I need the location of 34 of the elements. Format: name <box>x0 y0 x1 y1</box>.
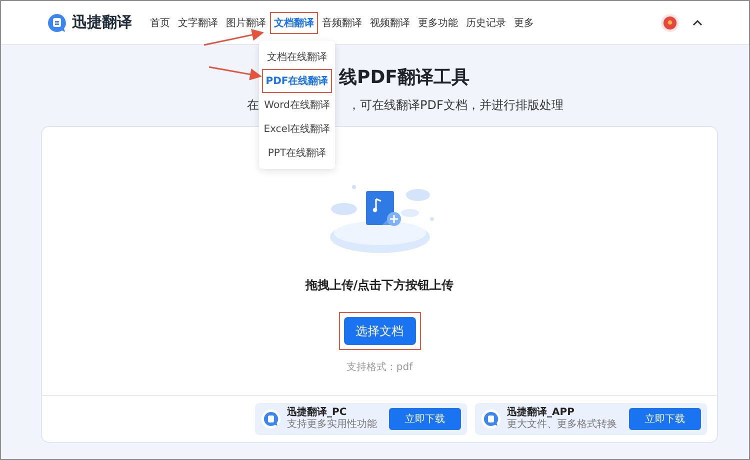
annotation-arrow <box>208 66 262 80</box>
menu-item[interactable]: Word在线翻译 <box>260 93 334 117</box>
subtitle-text: 在 <box>247 97 259 113</box>
annotation-arrow <box>204 28 264 46</box>
nav-item[interactable]: 文字翻译 <box>174 12 222 34</box>
logo-icon <box>47 12 67 32</box>
nav-item[interactable]: 更多功能 <box>414 12 462 34</box>
format-note: 支持格式：pdf <box>346 360 413 374</box>
app-description: 支持更多实用性功能 <box>287 419 377 431</box>
subtitle-text: ，可在线翻译PDF文档，并进行排版处理 <box>348 97 564 113</box>
choose-file-button[interactable]: 选择文档 <box>344 317 416 345</box>
app-title: 迅捷翻译_APP <box>507 407 576 418</box>
menu-item[interactable]: Excel在线翻译 <box>260 117 334 141</box>
download-button[interactable]: 立即下载 <box>389 408 461 430</box>
app-description: 更大文件、更多格式转换 <box>507 419 617 431</box>
app-title: 迅捷翻译_PC <box>287 407 348 418</box>
nav-item[interactable]: 文档翻译 <box>270 12 318 34</box>
upload-hint: 拖拽上传/点击下方按钮上传 <box>305 277 454 294</box>
download-button[interactable]: 立即下载 <box>629 408 701 430</box>
app-icon <box>481 409 501 429</box>
nav-item[interactable]: 视频翻译 <box>366 12 414 34</box>
menu-item[interactable]: PPT在线翻译 <box>264 141 330 165</box>
app-icon <box>261 409 281 429</box>
nav-item[interactable]: 历史记录 <box>462 12 510 34</box>
nav-item[interactable]: 图片翻译 <box>222 12 270 34</box>
nav-item[interactable]: 更多 <box>510 12 538 34</box>
nav-item[interactable]: 首页 <box>146 12 174 34</box>
avatar-icon[interactable] <box>660 12 680 32</box>
page-title: 线PDF翻译工具 <box>339 66 470 90</box>
chevron-up-icon[interactable] <box>692 18 703 27</box>
menu-item[interactable]: 文档在线翻译 <box>263 45 331 69</box>
logo-text: 迅捷翻译 <box>72 13 132 32</box>
nav-item[interactable]: 音频翻译 <box>318 12 366 34</box>
menu-item[interactable]: PDF在线翻译 <box>262 69 332 93</box>
